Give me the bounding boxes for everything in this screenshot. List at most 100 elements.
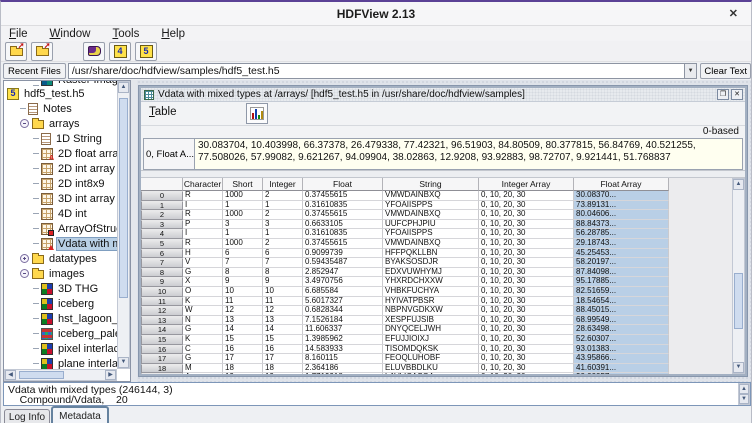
open-file-button[interactable] — [5, 42, 27, 61]
table-cell[interactable]: 18 — [223, 364, 263, 374]
scroll-down-icon[interactable]: ▼ — [118, 357, 129, 368]
path-dropdown-button[interactable]: ▼ — [685, 63, 698, 79]
table-cell[interactable]: 0, 10, 20, 30 — [479, 345, 574, 355]
table-cell[interactable]: 19 — [223, 373, 263, 374]
table-cell[interactable]: 16 — [263, 345, 303, 355]
table-cell[interactable]: 7 — [223, 258, 263, 268]
table-cell[interactable]: ELUVBBDLKU — [383, 364, 479, 374]
menu-table[interactable]: Table — [149, 106, 177, 118]
row-header[interactable]: 17 — [141, 354, 183, 364]
tree-item-vdata-mixed[interactable]: Vdata with mixed ty — [4, 236, 118, 251]
tree-item-1d-string[interactable]: 1D String — [4, 131, 118, 146]
table-cell[interactable]: YFOAIISPPS — [383, 201, 479, 211]
table-cell[interactable]: 3 — [223, 220, 263, 230]
table-cell[interactable]: HYIVATPBSR — [383, 297, 479, 307]
tree-expander-icon[interactable] — [20, 254, 29, 263]
tree-hscrollbar[interactable]: ◀ ▶ — [4, 369, 117, 381]
table-cell[interactable]: 0.9099739 — [303, 249, 383, 259]
column-header[interactable]: Character — [183, 178, 223, 191]
table-cell[interactable]: 2.364186 — [303, 364, 383, 374]
table-cell[interactable]: 6 — [263, 249, 303, 259]
table-cell[interactable]: X — [183, 277, 223, 287]
table-cell[interactable]: BYAKSOSDJR — [383, 258, 479, 268]
table-cell[interactable]: 41.60391... — [574, 364, 669, 374]
row-header[interactable]: 6 — [141, 249, 183, 259]
tree-expander-icon[interactable] — [20, 119, 29, 128]
table-cell[interactable]: 0, 10, 20, 30 — [479, 239, 574, 249]
table-cell[interactable]: 0, 10, 20, 30 — [479, 287, 574, 297]
table-cell[interactable]: 52.60307... — [574, 335, 669, 345]
table-vscroll-thumb[interactable] — [734, 273, 743, 329]
table-cell[interactable]: 14 — [223, 325, 263, 335]
row-header[interactable]: 19 — [141, 373, 183, 374]
scroll-up-icon[interactable]: ▲ — [118, 82, 129, 93]
tree-item-3d-int-array[interactable]: 3D int array — [4, 191, 118, 206]
row-header[interactable]: 5 — [141, 239, 183, 249]
table-cell[interactable]: G — [183, 325, 223, 335]
row-header[interactable]: 15 — [141, 335, 183, 345]
cell-value-textarea[interactable]: 30.083704, 10.403998, 66.37378, 26.47933… — [195, 138, 743, 170]
frame-close-button[interactable]: ✕ — [731, 89, 743, 100]
table-cell[interactable]: 5.6017327 — [303, 297, 383, 307]
table-cell[interactable]: 0, 10, 20, 30 — [479, 364, 574, 374]
table-cell[interactable]: 15 — [263, 335, 303, 345]
tree-item-notes[interactable]: Notes — [4, 101, 118, 116]
table-cell[interactable]: 68.99549... — [574, 316, 669, 326]
frame-maximize-button[interactable]: ❐ — [717, 89, 729, 100]
table-cell[interactable]: 9 — [263, 277, 303, 287]
table-cell[interactable]: O — [183, 287, 223, 297]
table-cell[interactable]: 56.28785... — [574, 229, 669, 239]
tree-item-3d-thg[interactable]: 3D THG — [4, 281, 118, 296]
table-cell[interactable]: 29.18743... — [574, 239, 669, 249]
table-cell[interactable]: 12 — [223, 306, 263, 316]
table-cell[interactable]: EFUJJIOIXJ — [383, 335, 479, 345]
tree-item-2d-float-array[interactable]: 2D float array — [4, 146, 118, 161]
table-cell[interactable]: 19 — [263, 373, 303, 374]
table-cell[interactable]: 18 — [263, 364, 303, 374]
table-cell[interactable]: 0.37455615 — [303, 210, 383, 220]
chart-button[interactable] — [246, 103, 268, 124]
row-header[interactable]: 0 — [141, 191, 183, 201]
table-cell[interactable]: 12 — [263, 306, 303, 316]
table-cell[interactable]: YFOAIISPPS — [383, 229, 479, 239]
tree-item-2d-int-array[interactable]: 2D int array — [4, 161, 118, 176]
table-cell[interactable]: 87.84098... — [574, 268, 669, 278]
table-cell[interactable]: 1.3985962 — [303, 335, 383, 345]
table-cell[interactable]: 0, 10, 20, 30 — [479, 268, 574, 278]
table-vscrollbar[interactable]: ▲ ▼ — [732, 178, 745, 374]
table-cell[interactable]: 6 — [223, 249, 263, 259]
row-header[interactable]: 8 — [141, 268, 183, 278]
table-cell[interactable]: 95.17885... — [574, 277, 669, 287]
row-header[interactable]: 14 — [141, 325, 183, 335]
table-cell[interactable]: 0, 10, 20, 30 — [479, 306, 574, 316]
table-cell[interactable]: VMWDAINBXQ — [383, 191, 479, 201]
table-cell[interactable]: R — [183, 210, 223, 220]
table-cell[interactable]: 82.51659... — [574, 287, 669, 297]
row-header[interactable]: 1 — [141, 201, 183, 211]
tree-item-4d-int[interactable]: 4D int — [4, 206, 118, 221]
table-cell[interactable]: 0, 10, 20, 30 — [479, 335, 574, 345]
table-cell[interactable]: 0, 10, 20, 30 — [479, 297, 574, 307]
clear-text-button[interactable]: Clear Text — [700, 63, 751, 79]
table-cell[interactable]: 13 — [263, 316, 303, 326]
recent-files-button[interactable]: Recent Files — [3, 63, 66, 79]
table-cell[interactable]: 8.160115 — [303, 354, 383, 364]
table-cell[interactable]: VHBKFUCHYA — [383, 287, 479, 297]
table-cell[interactable]: 73.89131... — [574, 201, 669, 211]
close-file-button[interactable] — [31, 42, 53, 61]
table-cell[interactable]: 2.852947 — [303, 268, 383, 278]
table-cell[interactable]: VMWDAINBXQ — [383, 239, 479, 249]
table-cell[interactable]: 0, 10, 20, 30 — [479, 316, 574, 326]
table-cell[interactable]: 58.20197... — [574, 258, 669, 268]
table-cell[interactable]: 0.31610835 — [303, 229, 383, 239]
table-cell[interactable]: 0.37455615 — [303, 239, 383, 249]
scroll-down-icon[interactable]: ▼ — [739, 394, 749, 404]
table-cell[interactable]: K — [183, 335, 223, 345]
column-header[interactable]: Float Array — [574, 178, 669, 191]
table-cell[interactable]: 18.54654... — [574, 297, 669, 307]
table-cell[interactable]: 43.95866... — [574, 354, 669, 364]
table-cell[interactable]: 11 — [263, 297, 303, 307]
table-cell[interactable]: 14.583933 — [303, 345, 383, 355]
table-cell[interactable]: 0, 10, 20, 30 — [479, 191, 574, 201]
table-cell[interactable]: VMWDAINBXQ — [383, 210, 479, 220]
